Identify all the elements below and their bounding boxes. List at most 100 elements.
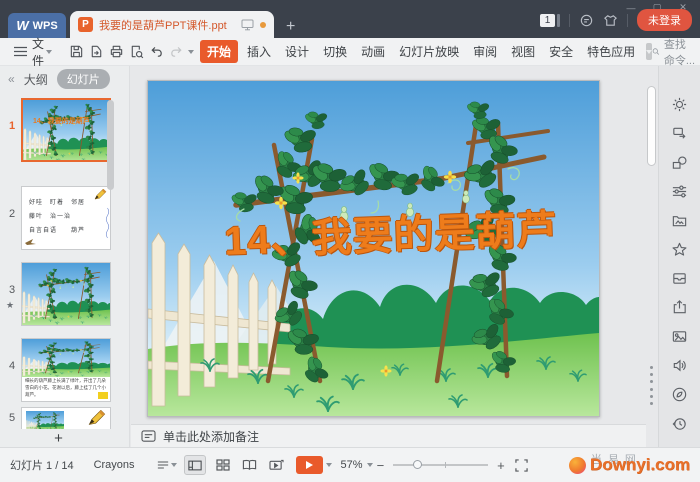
tab-review[interactable]: 审阅 — [466, 40, 504, 63]
undo-icon[interactable] — [146, 42, 166, 62]
slide-thumbnail-3[interactable] — [21, 262, 111, 326]
bird-doodle-icon — [25, 239, 36, 245]
tab-slideshow[interactable]: 幻灯片放映 — [392, 40, 466, 63]
shapes-icon[interactable] — [659, 148, 700, 177]
slide-title-text[interactable]: 14、我要的是葫芦 — [223, 197, 558, 267]
zoom-slider-knob[interactable] — [413, 460, 423, 469]
add-slide-button[interactable]: + — [0, 429, 117, 447]
eco-mode-icon[interactable] — [659, 380, 700, 409]
tab-design[interactable]: 设计 — [278, 40, 316, 63]
unsaved-dot-icon — [260, 21, 266, 28]
material-box-icon[interactable] — [659, 264, 700, 293]
theme-name[interactable]: Crayons — [94, 459, 135, 471]
file-caret-icon — [46, 49, 53, 54]
menubar: 文件 开始 插入 设计 切换 动画 幻灯片放映 审阅 视图 安全 特色应用 查找… — [0, 35, 700, 69]
thumb2-words-line1: 好哇 盯着 邻居 — [29, 200, 86, 206]
slide-panel: « 大纲 幻灯片 1 14、我要的是葫芦 2 好哇 盯着 邻居 藤叶 治一治 自… — [0, 66, 130, 447]
thumbnail-scrollbar[interactable] — [107, 100, 114, 190]
properties-icon[interactable] — [659, 177, 700, 206]
reading-view-icon[interactable] — [240, 456, 260, 474]
slide-thumbnail-1[interactable]: 14、我要的是葫芦 — [21, 98, 111, 162]
slide-sorter-view-icon[interactable] — [213, 456, 233, 474]
favorites-icon[interactable] — [659, 235, 700, 264]
slide-thumbnail-2[interactable]: 好哇 盯着 邻居 藤叶 治一治 自言自语 葫芦 — [21, 186, 111, 250]
ppt-file-icon: P — [78, 17, 93, 32]
fit-to-window-icon[interactable] — [515, 458, 528, 472]
content-area: « 大纲 幻灯片 1 14、我要的是葫芦 2 好哇 盯着 邻居 藤叶 治一治 自… — [0, 66, 700, 456]
animation-pane-icon[interactable] — [659, 119, 700, 148]
scrollbar-thumb[interactable] — [647, 86, 656, 166]
save-icon[interactable] — [66, 42, 86, 62]
history-icon[interactable] — [659, 409, 700, 438]
tab-home[interactable]: 开始 — [200, 40, 239, 63]
watermark: 当易网 Downyi.com — [568, 454, 690, 475]
thumb-number-4: 4 — [9, 360, 16, 372]
notes-bar[interactable]: 单击此处添加备注 — [131, 424, 646, 447]
zoom-out-button[interactable]: − — [377, 458, 385, 473]
tab-insert[interactable]: 插入 — [240, 40, 278, 63]
wps-logo-text: WPS — [32, 19, 58, 32]
zoom-in-button[interactable]: + — [497, 458, 505, 473]
tab-slides[interactable]: 幻灯片 — [56, 69, 110, 89]
notes-toggle-icon[interactable] — [157, 456, 177, 474]
right-toolbar — [658, 66, 700, 456]
slide-thumbnail-5[interactable] — [21, 407, 111, 429]
canvas-scrollbar[interactable] — [646, 66, 658, 425]
workspace-badge[interactable]: 1 — [540, 13, 560, 27]
animation-indicator-icon: ★ — [6, 300, 15, 310]
slide-editor[interactable]: 14、我要的是葫芦 — [147, 80, 600, 417]
thumb4-highlight-badge — [98, 392, 108, 399]
monitor-icon — [241, 19, 254, 30]
search-icon — [652, 48, 660, 55]
ribbon-tabs: 开始 插入 设计 切换 动画 幻灯片放映 审阅 视图 安全 特色应用 — [200, 40, 642, 63]
slideshow-from-current-icon[interactable] — [267, 456, 287, 474]
next-slide-button[interactable] — [650, 388, 653, 405]
thumb2-words-line3: 自言自语 葫芦 — [29, 228, 86, 234]
login-button[interactable]: 未登录 — [637, 9, 692, 31]
hamburger-menu-icon[interactable] — [10, 42, 30, 62]
message-icon[interactable] — [579, 13, 594, 28]
thumb4-caption: 细长的葫芦藤上长满了绿叶，开出了几朵雪白的小花。花谢以后，藤上挂了几个小葫芦。 — [25, 378, 106, 397]
find-command-search[interactable]: 查找命令... — [652, 36, 695, 68]
tab-security[interactable]: 安全 — [542, 40, 580, 63]
watermark-site-text: Downyi.com — [589, 455, 690, 474]
clipart-library-icon[interactable] — [659, 206, 700, 235]
tab-transition[interactable]: 切换 — [316, 40, 354, 63]
file-menu[interactable]: 文件 — [32, 35, 44, 69]
normal-view-icon[interactable] — [183, 455, 206, 475]
new-tab-button[interactable]: + — [286, 19, 295, 35]
slide-canvas: 14、我要的是葫芦 单击此处添加备注 — [131, 66, 646, 447]
image-icon[interactable] — [659, 322, 700, 351]
pencil-doodle-icon — [94, 189, 107, 200]
slide-counter: 幻灯片 1 / 14 — [10, 460, 74, 472]
document-tab[interactable]: P 我要的是葫芦PPT课件.ppt — [70, 11, 274, 38]
tab-special-features[interactable]: 特色应用 — [580, 40, 642, 63]
audio-icon[interactable] — [659, 351, 700, 380]
print-preview-icon[interactable] — [126, 42, 146, 62]
smart-features-icon[interactable] — [659, 90, 700, 119]
skin-theme-icon[interactable] — [603, 13, 618, 28]
zoom-level[interactable]: 57% — [341, 459, 363, 471]
tab-outline[interactable]: 大纲 — [24, 71, 48, 88]
play-options-caret-icon[interactable] — [325, 463, 332, 467]
statusbar: 幻灯片 1 / 14 Crayons 57% − + 当易网 Downyi.co… — [0, 447, 700, 482]
pencil-doodle-icon — [88, 410, 106, 425]
previous-slide-button[interactable] — [650, 366, 653, 383]
export-pdf-icon[interactable] — [86, 42, 106, 62]
titlebar: W WPS P 我要的是葫芦PPT课件.ppt + — ▢ ✕ 1 未登录 — [0, 0, 700, 38]
zoom-slider[interactable] — [393, 460, 489, 469]
print-icon[interactable] — [106, 42, 126, 62]
share-icon[interactable] — [659, 293, 700, 322]
zoom-caret-icon[interactable] — [366, 463, 373, 467]
collapse-panel-icon[interactable]: « — [8, 72, 15, 86]
redo-icon[interactable] — [166, 42, 186, 62]
play-slideshow-button[interactable] — [295, 456, 323, 474]
tab-view[interactable]: 视图 — [504, 40, 542, 63]
tab-animation[interactable]: 动画 — [354, 40, 392, 63]
quickbar-caret-icon[interactable] — [188, 49, 195, 54]
squiggle-decoration — [105, 207, 110, 239]
thumb-number-2: 2 — [9, 208, 16, 220]
wps-logo-icon: W — [16, 18, 29, 33]
thumb1-title: 14、我要的是葫芦 — [33, 118, 90, 125]
slide-thumbnail-4[interactable]: 细长的葫芦藤上长满了绿叶，开出了几朵雪白的小花。花谢以后，藤上挂了几个小葫芦。 — [21, 338, 111, 402]
